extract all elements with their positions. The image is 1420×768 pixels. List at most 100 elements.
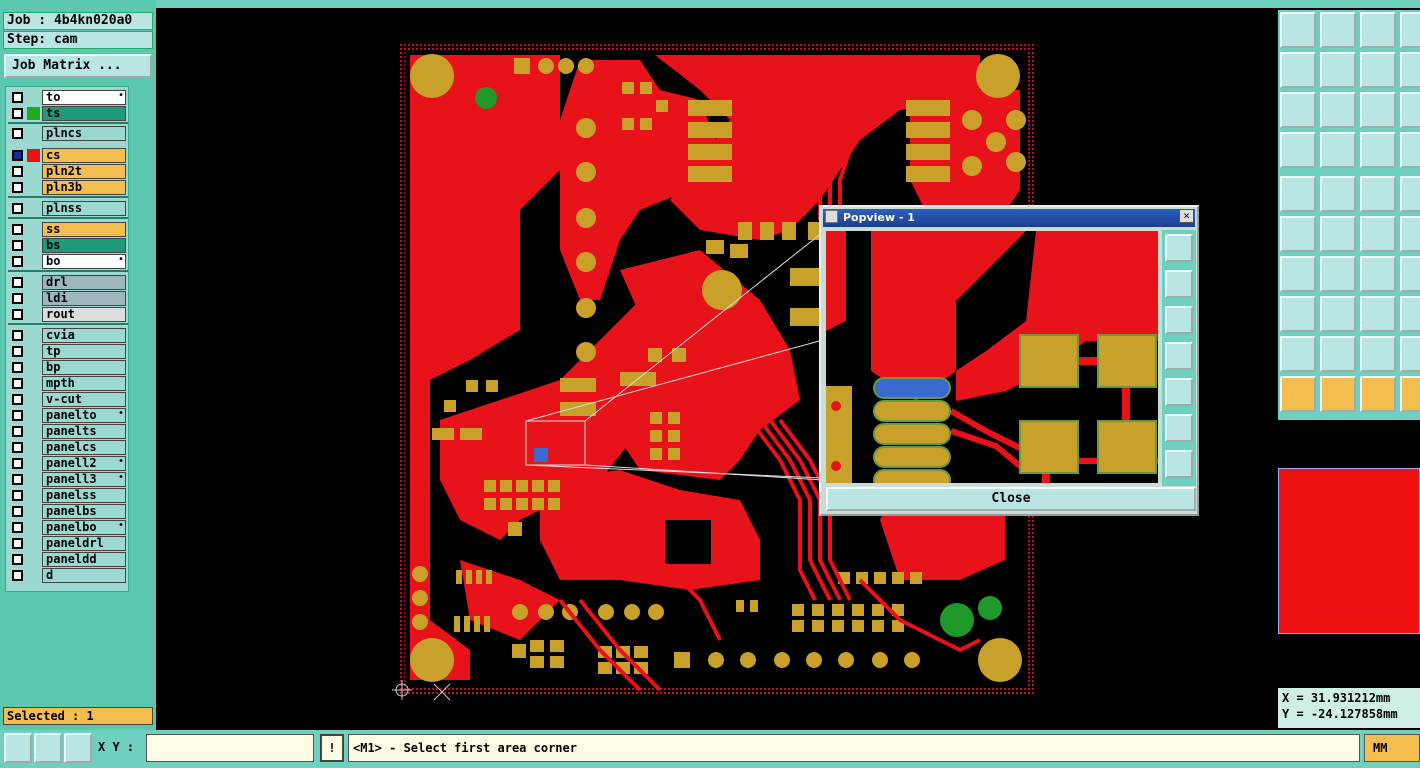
layer-row-pln2t[interactable]: pln2t (8, 164, 128, 179)
home-icon[interactable] (1360, 12, 1396, 48)
measure-icon[interactable] (1280, 132, 1316, 168)
grid-icon[interactable] (1320, 132, 1356, 168)
cross-icon[interactable] (1320, 216, 1356, 252)
layer-checkbox[interactable] (12, 474, 23, 485)
overview-map[interactable] (1278, 468, 1420, 634)
layer-name[interactable]: d (42, 568, 126, 583)
line-select-icon[interactable] (1320, 296, 1356, 332)
grid-snap-icon[interactable] (64, 733, 92, 763)
layer-name[interactable]: panelts (42, 424, 126, 439)
cursor-more-icon[interactable] (1400, 376, 1420, 412)
layer-name[interactable]: bs (42, 238, 126, 253)
layer-row-cvia[interactable]: cvia (8, 328, 128, 343)
layer-row-rout[interactable]: rout (8, 307, 128, 322)
layer-name[interactable]: panelbo (42, 520, 126, 535)
cursor-box-icon[interactable] (1320, 376, 1356, 412)
line-icon[interactable] (1320, 176, 1356, 212)
angle-icon[interactable] (1280, 256, 1316, 292)
pan-right-icon[interactable] (1165, 378, 1193, 406)
pan-left-icon[interactable] (1165, 342, 1193, 370)
layer-checkbox[interactable] (12, 108, 23, 119)
layer-row-ts[interactable]: ts (8, 106, 128, 121)
layer-row-panelto[interactable]: panelto • (8, 408, 128, 423)
slash-icon[interactable] (1320, 256, 1356, 292)
popview-close-button[interactable]: Close (826, 487, 1196, 511)
layer-row-v-cut[interactable]: v-cut (8, 392, 128, 407)
layer-name[interactable]: panell3 (42, 472, 126, 487)
flip-icon[interactable] (1400, 52, 1420, 88)
popview-window[interactable]: Popview - 1 × Close (819, 205, 1199, 516)
layer-name[interactable]: pln2t (42, 164, 126, 179)
triangle-up-icon[interactable] (1360, 336, 1396, 372)
layer-checkbox[interactable] (12, 378, 23, 389)
layer-name[interactable]: to (42, 90, 126, 105)
layer-checkbox[interactable] (12, 506, 23, 517)
layer-name[interactable]: panelbs (42, 504, 126, 519)
unit-button[interactable]: MM (1364, 734, 1420, 762)
layer-row-plncs[interactable]: plncs (8, 126, 128, 141)
mirror-icon[interactable] (1360, 52, 1396, 88)
layer-row-ldi[interactable]: ldi (8, 291, 128, 306)
search-icon[interactable] (1400, 296, 1420, 332)
layer-checkbox[interactable] (12, 203, 23, 214)
layer-checkbox[interactable] (12, 362, 23, 373)
pad-select-icon[interactable] (1280, 296, 1316, 332)
layer-checkbox[interactable] (12, 182, 23, 193)
layer-name[interactable]: v-cut (42, 392, 126, 407)
layer-checkbox[interactable] (12, 410, 23, 421)
layer-checkbox[interactable] (12, 442, 23, 453)
cursor-icon[interactable] (1280, 376, 1316, 412)
close-x-button[interactable]: × (1179, 209, 1194, 223)
point-icon[interactable] (1360, 216, 1396, 252)
layer-row-tp[interactable]: tp (8, 344, 128, 359)
layer-row-panelbs[interactable]: panelbs (8, 504, 128, 519)
layer-row-pln3b[interactable]: pln3b (8, 180, 128, 195)
layer-checkbox[interactable] (12, 394, 23, 405)
layer-name[interactable]: ts (42, 106, 126, 121)
layer-checkbox[interactable] (12, 240, 23, 251)
layer-checkbox[interactable] (12, 166, 23, 177)
net-icon[interactable] (1360, 132, 1396, 168)
layer-name[interactable]: panelss (42, 488, 126, 503)
view-extra-icon[interactable] (1400, 12, 1420, 48)
layer-row-d[interactable]: d (8, 568, 128, 583)
layer-name[interactable]: plnss (42, 201, 126, 216)
node-icon[interactable] (1400, 216, 1420, 252)
layer-name[interactable]: panelcs (42, 440, 126, 455)
zoom-out-icon[interactable] (1320, 92, 1356, 128)
layer-checkbox[interactable] (12, 128, 23, 139)
pan-left-icon[interactable] (1280, 52, 1316, 88)
layer-name[interactable]: ldi (42, 291, 126, 306)
layer-name[interactable]: tp (42, 344, 126, 359)
layer-row-panell3[interactable]: panell3 • (8, 472, 128, 487)
connect-icon[interactable] (1280, 216, 1316, 252)
angle-snap-icon[interactable] (34, 733, 62, 763)
layer-row-cs[interactable]: cs (8, 148, 128, 163)
layer-name[interactable]: panell2 (42, 456, 126, 471)
zoom-fit-icon[interactable] (1165, 234, 1193, 262)
layer-row-plnss[interactable]: plnss (8, 201, 128, 216)
layer-name[interactable]: bp (42, 360, 126, 375)
layer-checkbox[interactable] (12, 92, 23, 103)
layer-checkbox[interactable] (12, 330, 23, 341)
triangle-more-icon[interactable] (1400, 336, 1420, 372)
cursor-circle-icon[interactable] (1360, 376, 1396, 412)
layer-name[interactable]: cs (42, 148, 126, 163)
layer-name[interactable]: paneldd (42, 552, 126, 567)
layer-row-panell2[interactable]: panell2 • (8, 456, 128, 471)
layer-row-to[interactable]: to • (8, 90, 128, 105)
layer-row-bs[interactable]: bs (8, 238, 128, 253)
layer-checkbox[interactable] (12, 490, 23, 501)
scale-icon[interactable] (1360, 92, 1396, 128)
layer-name[interactable]: bo (42, 254, 126, 269)
zoom-out-icon[interactable] (1165, 450, 1193, 478)
layer-name[interactable]: paneldrl (42, 536, 126, 551)
circle-icon[interactable] (1400, 176, 1420, 212)
zoom-in-icon[interactable] (1280, 92, 1316, 128)
layer-name[interactable]: mpth (42, 376, 126, 391)
layer-checkbox[interactable] (12, 570, 23, 581)
layer-name[interactable]: plncs (42, 126, 126, 141)
layer-name[interactable]: cvia (42, 328, 126, 343)
layer-checkbox[interactable] (12, 150, 23, 161)
layer-checkbox[interactable] (12, 256, 23, 267)
